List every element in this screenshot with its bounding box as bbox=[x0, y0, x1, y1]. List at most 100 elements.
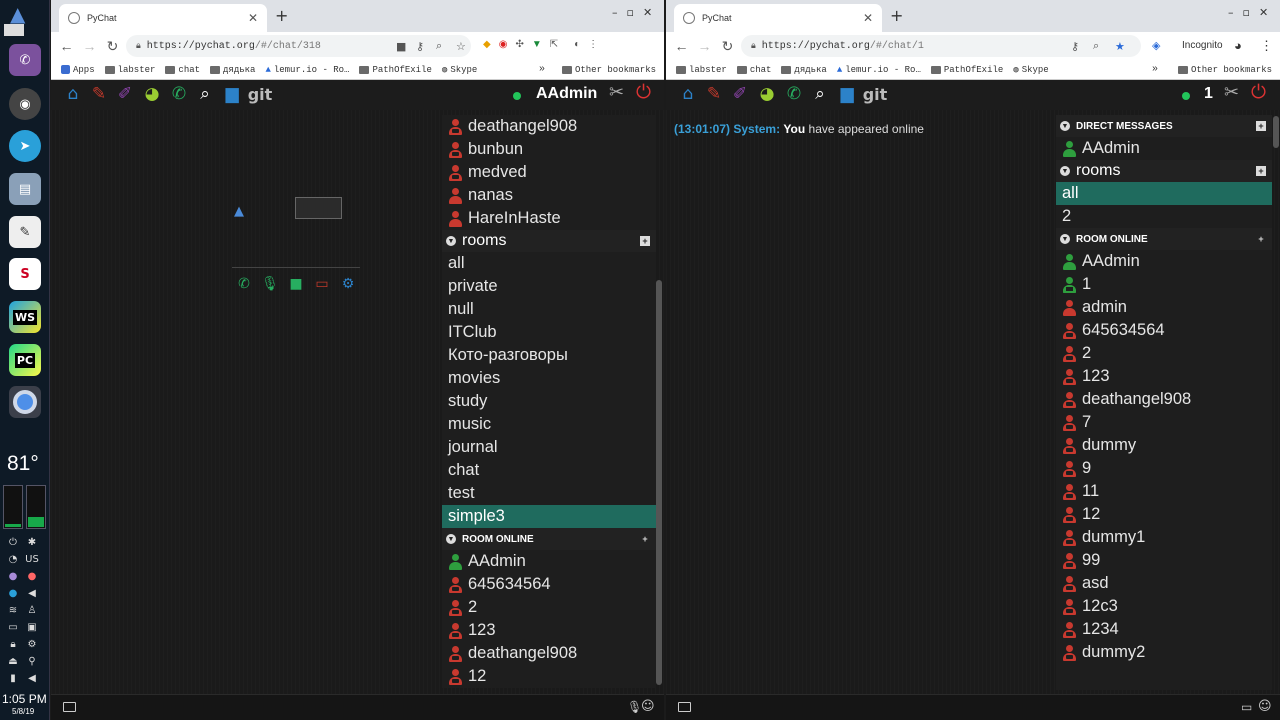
voice-message-icon[interactable]: 🎙︎ bbox=[627, 700, 642, 714]
slack-icon[interactable]: S bbox=[9, 258, 41, 290]
user-list-item[interactable]: dummy2 bbox=[1056, 641, 1272, 664]
smiley-icon[interactable]: ☺ bbox=[641, 699, 655, 714]
keyboard-layout[interactable]: US bbox=[25, 553, 39, 566]
zoom-icon[interactable]: ⌕ bbox=[1093, 39, 1099, 53]
phone-icon[interactable]: ✆ bbox=[784, 83, 804, 105]
room-online-header[interactable]: ▼ ROOM ONLINE + bbox=[442, 528, 656, 550]
user-list-item[interactable]: asd bbox=[1056, 572, 1272, 595]
minimize-icon[interactable]: – bbox=[612, 6, 618, 19]
room-list-item[interactable]: Кото-разговоры bbox=[442, 344, 656, 367]
reload-icon[interactable]: ↻ bbox=[720, 38, 735, 55]
clock-time[interactable]: 1:05 PM bbox=[2, 692, 47, 706]
new-tab-icon[interactable]: + bbox=[275, 6, 288, 25]
wrench-icon[interactable]: ✂ bbox=[1224, 82, 1239, 103]
extension-icon-1[interactable]: ◆ bbox=[483, 39, 491, 50]
bookmark-labster[interactable]: labster bbox=[676, 65, 727, 75]
room-list-item[interactable]: music bbox=[442, 413, 656, 436]
user-list-item[interactable]: bunbun bbox=[442, 138, 656, 161]
profile-icon[interactable]: ◐ bbox=[574, 39, 580, 50]
user-list-item[interactable]: deathangel908 bbox=[1056, 388, 1272, 411]
settings-icon[interactable]: ✱ bbox=[25, 536, 39, 549]
new-tab-icon[interactable]: + bbox=[890, 6, 903, 25]
other-bookmarks[interactable]: Other bookmarks bbox=[561, 65, 656, 75]
pen-icon[interactable]: ✐ bbox=[730, 83, 750, 105]
add-room-icon[interactable]: + bbox=[1256, 166, 1266, 176]
user-list-item[interactable]: dummy1 bbox=[1056, 526, 1272, 549]
paint-icon[interactable]: ✎ bbox=[89, 83, 109, 105]
user-list-item[interactable]: 645634564 bbox=[442, 573, 656, 596]
close-tab-icon[interactable]: ✕ bbox=[248, 11, 258, 25]
search-icon[interactable]: ⌕ bbox=[810, 83, 830, 105]
pycharm-icon[interactable]: PC bbox=[9, 344, 41, 376]
current-username[interactable]: 1 bbox=[1204, 85, 1213, 103]
back-icon[interactable]: ← bbox=[59, 38, 74, 54]
incognito-label[interactable]: Incognito bbox=[1182, 40, 1223, 51]
user-list-item[interactable]: 11 bbox=[1056, 480, 1272, 503]
room-list-item[interactable]: private bbox=[442, 275, 656, 298]
user-list-item[interactable]: 123 bbox=[1056, 365, 1272, 388]
message-input-bar[interactable]: 🎙︎ ☺ bbox=[51, 694, 664, 720]
git-link[interactable]: git bbox=[247, 83, 273, 105]
add-user-icon[interactable]: + bbox=[1256, 234, 1266, 244]
screen-share-icon[interactable]: ▭ bbox=[313, 275, 331, 293]
user-list-item[interactable]: dummy bbox=[1056, 434, 1272, 457]
viber-tray-icon[interactable]: ● bbox=[6, 570, 20, 583]
image-upload-icon[interactable] bbox=[678, 702, 691, 712]
message-sender[interactable]: System: bbox=[733, 122, 780, 136]
gear-icon[interactable]: ⚙ bbox=[25, 638, 39, 651]
extension-icon-2[interactable]: ✣ bbox=[515, 39, 523, 50]
bookmark-star-icon[interactable]: ☆ bbox=[456, 40, 466, 53]
maximize-icon[interactable]: ▫ bbox=[1243, 6, 1250, 19]
video-camera-icon[interactable]: ■ bbox=[287, 275, 305, 293]
paint-icon[interactable]: ✎ bbox=[704, 83, 724, 105]
user-list-item[interactable]: AAdmin bbox=[1056, 137, 1272, 160]
user-list-item[interactable]: medved bbox=[442, 161, 656, 184]
image-upload-icon[interactable] bbox=[63, 702, 76, 712]
microphone-icon[interactable]: 🎙︎ bbox=[261, 275, 279, 293]
screen-icon[interactable]: ▭ bbox=[1241, 700, 1252, 714]
sidebar-scrollbar[interactable] bbox=[656, 280, 662, 685]
user-list-item[interactable]: 2 bbox=[1056, 342, 1272, 365]
user-list-item[interactable]: admin bbox=[1056, 296, 1272, 319]
viber-icon[interactable]: ✆ bbox=[9, 44, 41, 76]
more-bookmarks-icon[interactable]: » bbox=[539, 64, 545, 75]
direct-messages-header[interactable]: ▼ DIRECT MESSAGES + bbox=[1056, 115, 1272, 137]
statistics-icon[interactable]: ◕ bbox=[757, 83, 777, 105]
bookmark-dyadka[interactable]: дядька bbox=[781, 65, 827, 75]
bookmark-star-icon[interactable]: ★ bbox=[1115, 40, 1125, 53]
obs-icon[interactable]: ◉ bbox=[9, 88, 41, 120]
bookmark-chat[interactable]: chat bbox=[736, 65, 771, 75]
close-window-icon[interactable]: ✕ bbox=[643, 6, 652, 19]
user-list-item[interactable]: nanas bbox=[442, 184, 656, 207]
file-manager-icon[interactable]: ▤ bbox=[9, 173, 41, 205]
room-list-item[interactable]: test bbox=[442, 482, 656, 505]
rooms-header[interactable]: ▼ rooms + bbox=[442, 230, 656, 252]
tab-pychat[interactable]: PyChat ✕ bbox=[59, 4, 267, 32]
add-room-icon[interactable]: + bbox=[640, 236, 650, 246]
display-icon[interactable]: ▭ bbox=[6, 621, 20, 634]
launcher-icon[interactable]: ▲ bbox=[10, 2, 25, 26]
rooms-header[interactable]: ▼ rooms + bbox=[1056, 160, 1272, 182]
opera-icon[interactable]: ◉ bbox=[499, 39, 508, 50]
extension-icon-3[interactable]: ⇱ bbox=[550, 39, 558, 50]
user-list-item[interactable]: 1234 bbox=[1056, 618, 1272, 641]
sound-icon[interactable]: ◀ bbox=[25, 672, 39, 685]
bookmark-lemur[interactable]: ▲ lemur.io - Ro… bbox=[265, 65, 349, 75]
usb-icon[interactable]: ⚲ bbox=[25, 655, 39, 668]
webstorm-icon[interactable]: WS bbox=[9, 301, 41, 333]
user-list-item[interactable]: 645634564 bbox=[1056, 319, 1272, 342]
home-icon[interactable]: ⌂ bbox=[63, 83, 83, 105]
user-list-item[interactable]: 9 bbox=[1056, 457, 1272, 480]
room-list-item[interactable]: 2 bbox=[1056, 205, 1272, 228]
close-window-icon[interactable]: ✕ bbox=[1259, 6, 1268, 19]
current-username[interactable]: AAdmin bbox=[536, 85, 597, 103]
room-list-item[interactable]: all bbox=[442, 252, 656, 275]
maximize-icon[interactable]: ▫ bbox=[627, 6, 634, 19]
room-list-item[interactable]: simple3 bbox=[442, 505, 656, 528]
back-icon[interactable]: ← bbox=[674, 38, 689, 54]
sidebar-scrollbar[interactable] bbox=[1273, 116, 1279, 148]
volume-icon[interactable]: ◀ bbox=[25, 587, 39, 600]
user-list-item[interactable]: deathangel908 bbox=[442, 642, 656, 665]
zoom-icon[interactable]: ⌕ bbox=[436, 39, 442, 53]
bookmark-chat[interactable]: chat bbox=[165, 65, 200, 75]
